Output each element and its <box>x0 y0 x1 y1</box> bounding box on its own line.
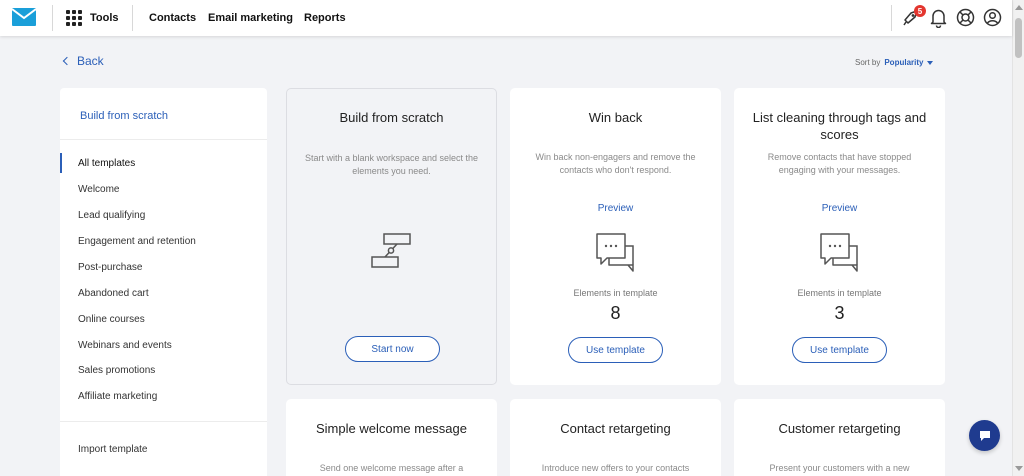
sidebar-item-webinars-events[interactable]: Webinars and events <box>78 340 172 351</box>
card-title: Win back <box>588 110 643 125</box>
card-title: Customer retargeting <box>778 421 901 436</box>
app-grid-icon <box>66 10 82 26</box>
card-description: Introduce new offers to your contacts <box>541 463 690 473</box>
sidebar-item-abandoned-cart[interactable]: Abandoned cart <box>78 288 149 299</box>
sidebar-item-welcome[interactable]: Welcome <box>78 184 120 195</box>
notifications-button[interactable] <box>928 7 949 29</box>
active-indicator <box>60 153 62 173</box>
back-link[interactable]: Back <box>62 54 104 68</box>
nav-reports[interactable]: Reports <box>304 10 346 26</box>
rocket-button[interactable]: 5 <box>901 5 926 28</box>
sidebar-item-sales-promotions[interactable]: Sales promotions <box>78 365 155 376</box>
card-title: Simple welcome message <box>315 421 467 436</box>
elements-label: Elements in template <box>573 288 658 298</box>
template-card-win-back[interactable]: Win back Win back non-engagers and remov… <box>510 88 721 385</box>
chat-button[interactable] <box>969 420 1000 451</box>
sort-value: Popularity <box>884 58 924 67</box>
elements-count: 3 <box>834 303 845 323</box>
divider <box>132 5 133 31</box>
envelope-logo-icon[interactable] <box>12 8 36 26</box>
card-description: Remove contacts that have stopped engagi… <box>767 152 912 175</box>
sort-control[interactable]: Sort by Popularity <box>855 58 934 67</box>
elements-label: Elements in template <box>797 288 882 298</box>
sort-label: Sort by <box>855 58 881 67</box>
preview-link[interactable]: Preview <box>510 203 721 214</box>
chat-icon <box>979 430 990 441</box>
workflow-icon <box>370 233 411 268</box>
sidebar-divider <box>60 421 267 422</box>
card-title: Build from scratch <box>339 110 444 125</box>
sidebar-build-from-scratch-label: Build from scratch <box>80 110 169 122</box>
sidebar-item-affiliate-marketing[interactable]: Affiliate marketing <box>78 391 157 402</box>
card-description: Win back non-engagers and remove the con… <box>535 152 696 175</box>
preview-link[interactable]: Preview <box>734 203 945 214</box>
card-description: Send one welcome message after a <box>319 463 464 473</box>
template-card-build-from-scratch[interactable]: Build from scratch Start with a blank wo… <box>286 88 497 385</box>
sidebar-item-lead-qualifying[interactable]: Lead qualifying <box>78 210 145 221</box>
template-card-simple-welcome[interactable]: Simple welcome message Send one welcome … <box>286 399 497 476</box>
sidebar-item-all-templates[interactable]: All templates <box>78 158 135 169</box>
tools-menu[interactable]: Tools <box>66 10 119 26</box>
sidebar-build-from-scratch[interactable]: Build from scratch <box>60 88 267 140</box>
template-card-customer-retargeting[interactable]: Customer retargeting Present your custom… <box>734 399 945 476</box>
template-card-contact-retargeting[interactable]: Contact retargeting Introduce new offers… <box>510 399 721 476</box>
bell-icon <box>930 9 947 29</box>
caret-down-icon <box>927 60 934 65</box>
back-label: Back <box>77 54 104 68</box>
card-description: Present your customers with a new <box>769 463 910 473</box>
scroll-up-icon[interactable] <box>1015 5 1023 10</box>
user-circle-icon <box>983 8 1002 27</box>
card-title: Contact retargeting <box>560 421 671 436</box>
divider <box>891 5 892 31</box>
sidebar-import-template[interactable]: Import template <box>78 444 147 455</box>
card-description: Start with a blank workspace and select … <box>304 153 479 176</box>
sidebar-item-engagement-retention[interactable]: Engagement and retention <box>78 236 196 247</box>
help-button[interactable] <box>955 7 976 28</box>
chat-bubbles-icon <box>595 233 634 272</box>
sidebar-item-online-courses[interactable]: Online courses <box>78 314 145 325</box>
sort-dropdown[interactable]: Popularity <box>884 58 934 67</box>
nav-contacts[interactable]: Contacts <box>149 10 196 26</box>
divider <box>52 5 53 31</box>
notification-badge: 5 <box>914 5 926 17</box>
elements-count: 8 <box>610 303 621 323</box>
scroll-down-icon[interactable] <box>1015 466 1023 471</box>
card-title: List cleaning through tags and scores <box>752 110 927 142</box>
use-template-button[interactable]: Use template <box>568 337 663 363</box>
page-scrollbar[interactable] <box>1012 0 1024 476</box>
top-bar: Tools Contacts Email marketing Reports 5 <box>0 0 1012 36</box>
template-category-sidebar: Build from scratch All templates Welcome… <box>60 88 267 476</box>
chat-bubbles-icon <box>819 233 858 272</box>
nav-email-marketing[interactable]: Email marketing <box>208 10 293 26</box>
chevron-left-icon <box>62 56 72 66</box>
sidebar-item-post-purchase[interactable]: Post-purchase <box>78 262 142 273</box>
account-button[interactable] <box>982 7 1003 28</box>
template-card-list-cleaning[interactable]: List cleaning through tags and scores Re… <box>734 88 945 385</box>
lifebuoy-icon <box>956 8 975 27</box>
start-now-button[interactable]: Start now <box>345 336 440 362</box>
scrollbar-thumb[interactable] <box>1015 18 1022 58</box>
use-template-button[interactable]: Use template <box>792 337 887 363</box>
tools-label: Tools <box>90 12 119 24</box>
